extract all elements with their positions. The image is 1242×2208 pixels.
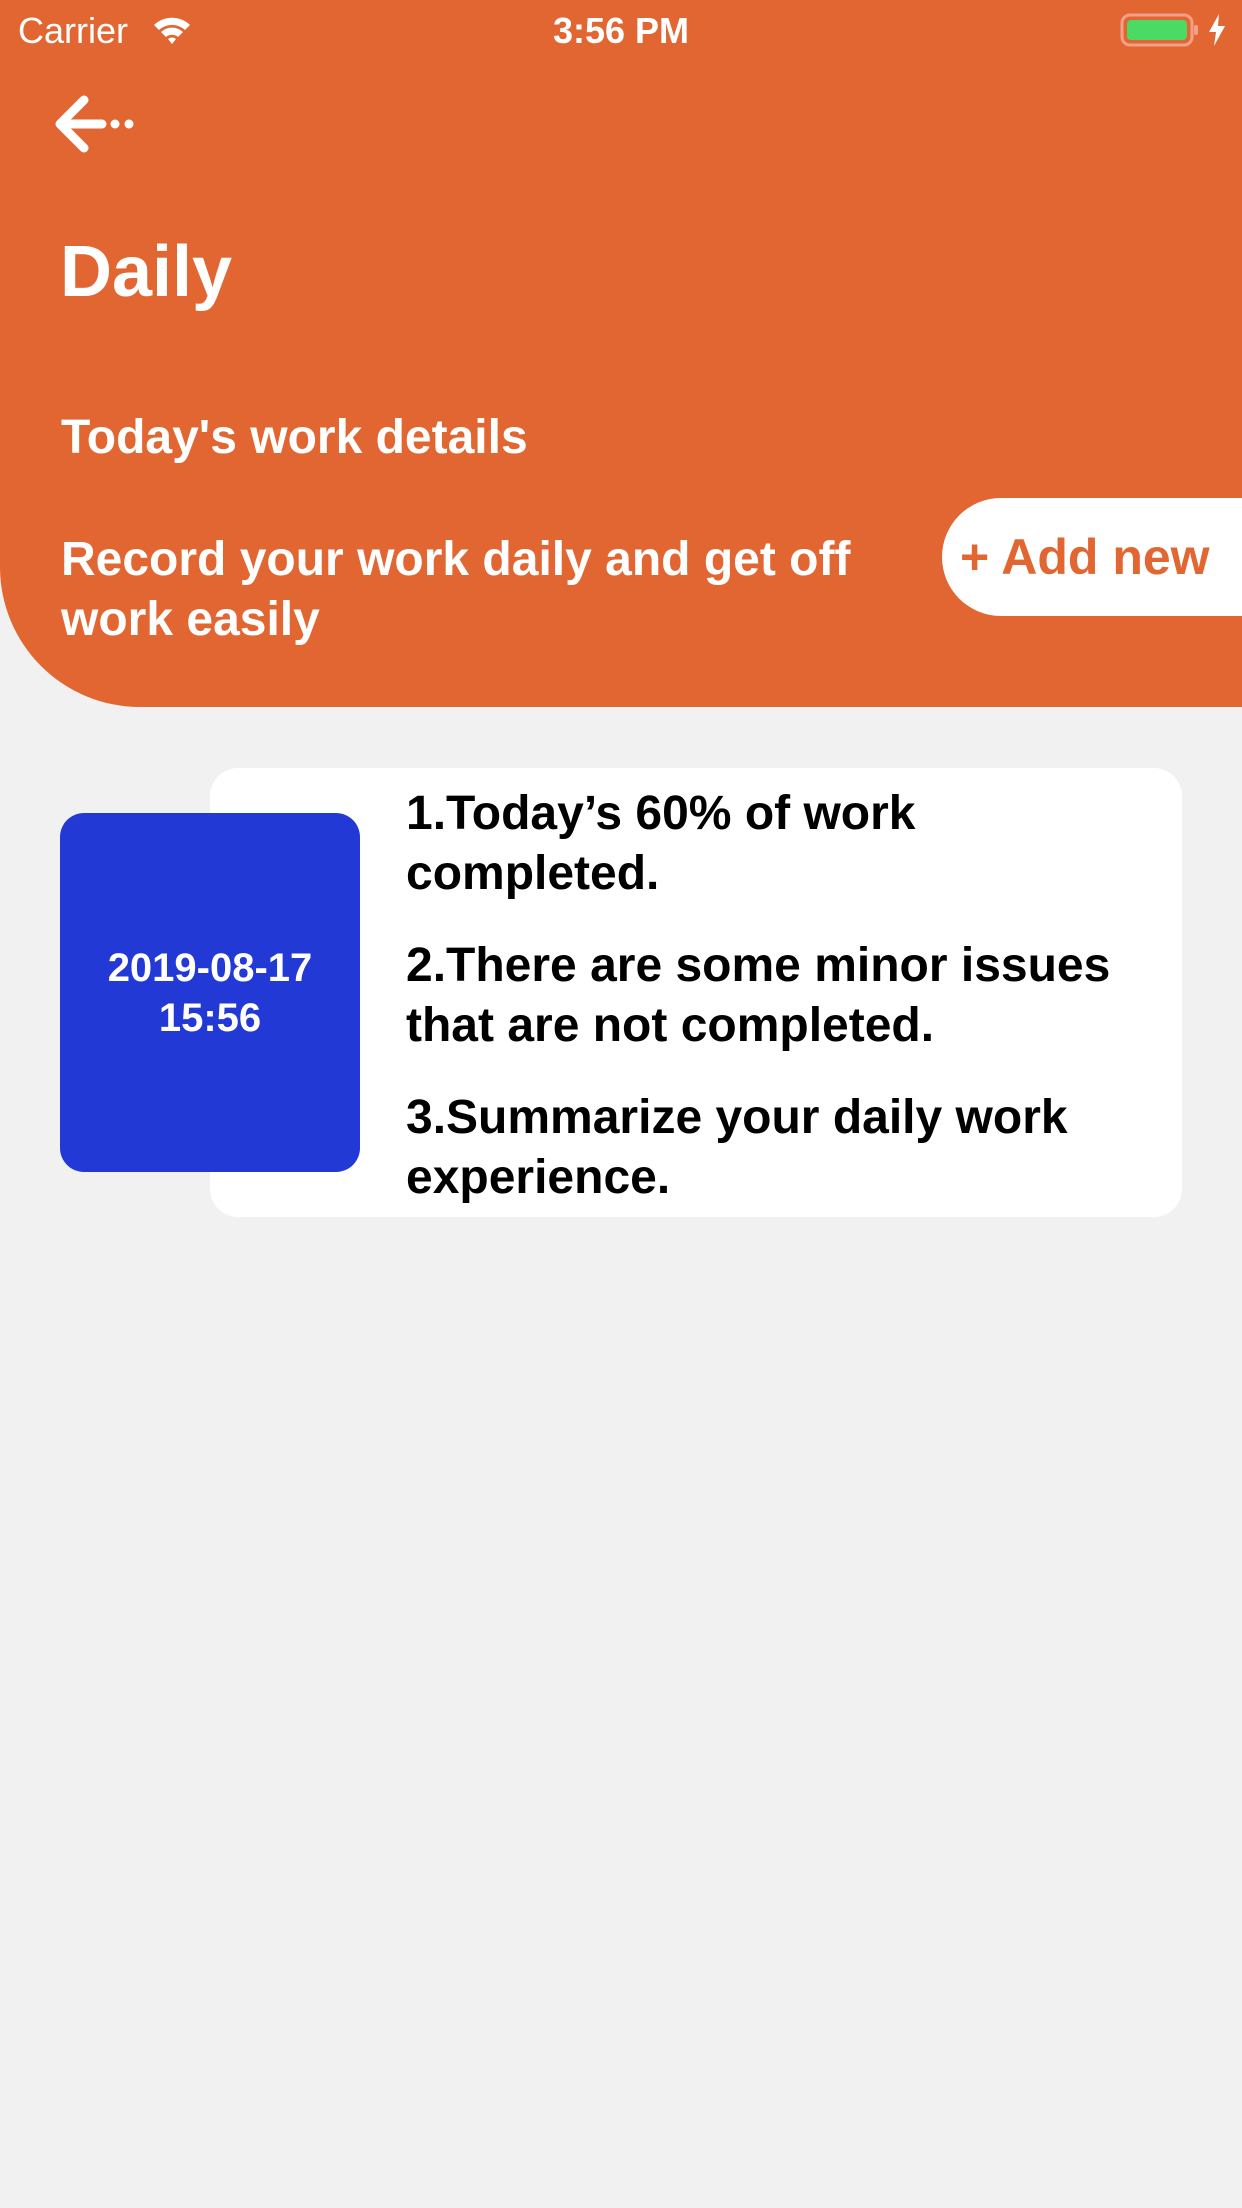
entry-date-block: 2019-08-17 15:56 <box>60 813 360 1172</box>
entry-item-2: 2.There are some minor issues that are n… <box>406 939 1111 1052</box>
section-subtitle: Today's work details <box>61 411 528 464</box>
entry-time: 15:56 <box>158 995 262 1040</box>
status-bar: Carrier 3:56 PM <box>0 0 1242 62</box>
back-button[interactable] <box>54 92 142 156</box>
entry-details: 1.Today’s 60% of work completed. 2.There… <box>406 784 1166 1240</box>
header-description: Record your work daily and get off work … <box>61 533 851 646</box>
status-time: 3:56 PM <box>552 10 690 51</box>
entry-item-3: 3.Summarize your daily work experience. <box>406 1091 1068 1204</box>
charging-bolt-icon <box>1209 14 1225 46</box>
entry-date: 2019-08-17 <box>107 945 313 990</box>
add-new-button[interactable]: + Add new <box>942 498 1242 616</box>
entry-item-1: 1.Today’s 60% of work completed. <box>406 787 916 900</box>
battery-icon <box>1120 13 1198 47</box>
page-title: Daily <box>60 232 233 312</box>
back-arrow-icon <box>55 95 134 153</box>
